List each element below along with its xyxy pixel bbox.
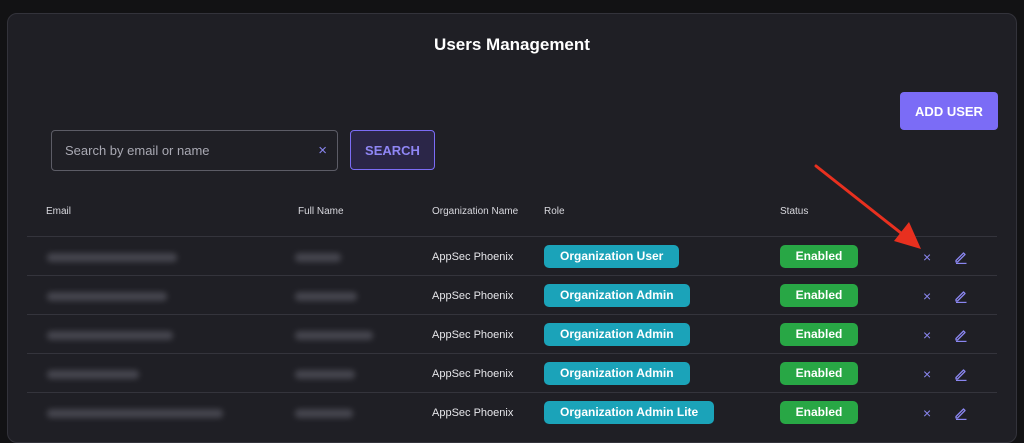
- status-badge: Enabled: [780, 362, 858, 385]
- full-name-value-redacted: [295, 370, 355, 379]
- role-cell: Organization Admin Lite: [544, 393, 715, 432]
- organization-cell: AppSec Phoenix: [432, 328, 514, 341]
- delete-user-icon[interactable]: ×: [923, 393, 931, 432]
- role-cell: Organization Admin: [544, 354, 690, 393]
- delete-user-icon[interactable]: ×: [923, 354, 931, 393]
- table-row: AppSec Phoenix Organization Admin Enable…: [27, 275, 997, 315]
- edit-user-icon[interactable]: [954, 354, 968, 393]
- organization-cell: AppSec Phoenix: [432, 289, 514, 302]
- status-badge: Enabled: [780, 323, 858, 346]
- status-cell: Enabled: [780, 354, 858, 393]
- pencil-icon: [955, 251, 967, 264]
- email-value-redacted: [47, 253, 177, 262]
- organization-cell: AppSec Phoenix: [432, 367, 514, 380]
- table-row: AppSec Phoenix Organization Admin Enable…: [27, 353, 997, 393]
- delete-user-icon[interactable]: ×: [923, 237, 931, 276]
- clear-search-icon[interactable]: ×: [318, 143, 327, 158]
- email-value-redacted: [47, 331, 173, 340]
- status-cell: Enabled: [780, 276, 858, 315]
- role-badge: Organization User: [544, 245, 680, 268]
- delete-user-icon[interactable]: ×: [923, 276, 931, 315]
- status-cell: Enabled: [780, 237, 858, 276]
- status-badge: Enabled: [780, 401, 858, 424]
- pencil-icon: [955, 368, 967, 381]
- role-badge: Organization Admin: [544, 284, 690, 307]
- search-button[interactable]: SEARCH: [350, 130, 435, 170]
- full-name-value-redacted: [295, 292, 357, 301]
- add-user-button[interactable]: ADD USER: [900, 92, 998, 130]
- table-row: AppSec Phoenix Organization Admin Lite E…: [27, 392, 997, 432]
- role-badge: Organization Admin: [544, 323, 690, 346]
- header-full-name[interactable]: Full Name: [298, 206, 344, 217]
- role-badge: Organization Admin Lite: [544, 401, 715, 424]
- header-status[interactable]: Status: [780, 206, 808, 217]
- header-email[interactable]: Email: [46, 206, 71, 217]
- role-cell: Organization Admin: [544, 276, 690, 315]
- full-name-value-redacted: [295, 331, 373, 340]
- email-value-redacted: [47, 370, 139, 379]
- page-title: Users Management: [434, 35, 590, 54]
- role-badge: Organization Admin: [544, 362, 690, 385]
- table-row: AppSec Phoenix Organization Admin Enable…: [27, 314, 997, 354]
- table-row: AppSec Phoenix Organization User Enabled…: [27, 236, 997, 276]
- email-value-redacted: [47, 292, 167, 301]
- delete-user-icon[interactable]: ×: [923, 315, 931, 354]
- full-name-value-redacted: [295, 253, 341, 262]
- email-value-redacted: [47, 409, 223, 418]
- header-organization[interactable]: Organization Name: [432, 206, 518, 217]
- edit-user-icon[interactable]: [954, 237, 968, 276]
- status-cell: Enabled: [780, 315, 858, 354]
- pencil-icon: [955, 407, 967, 420]
- edit-user-icon[interactable]: [954, 315, 968, 354]
- edit-user-icon[interactable]: [954, 393, 968, 432]
- organization-cell: AppSec Phoenix: [432, 250, 514, 263]
- full-name-value-redacted: [295, 409, 353, 418]
- edit-user-icon[interactable]: [954, 276, 968, 315]
- search-input[interactable]: [52, 130, 319, 171]
- role-cell: Organization Admin: [544, 315, 690, 354]
- role-cell: Organization User: [544, 237, 680, 276]
- organization-cell: AppSec Phoenix: [432, 406, 514, 419]
- pencil-icon: [955, 329, 967, 342]
- header-role[interactable]: Role: [544, 206, 565, 217]
- status-badge: Enabled: [780, 245, 858, 268]
- status-cell: Enabled: [780, 393, 858, 432]
- pencil-icon: [955, 290, 967, 303]
- status-badge: Enabled: [780, 284, 858, 307]
- search-field: ×: [51, 130, 338, 171]
